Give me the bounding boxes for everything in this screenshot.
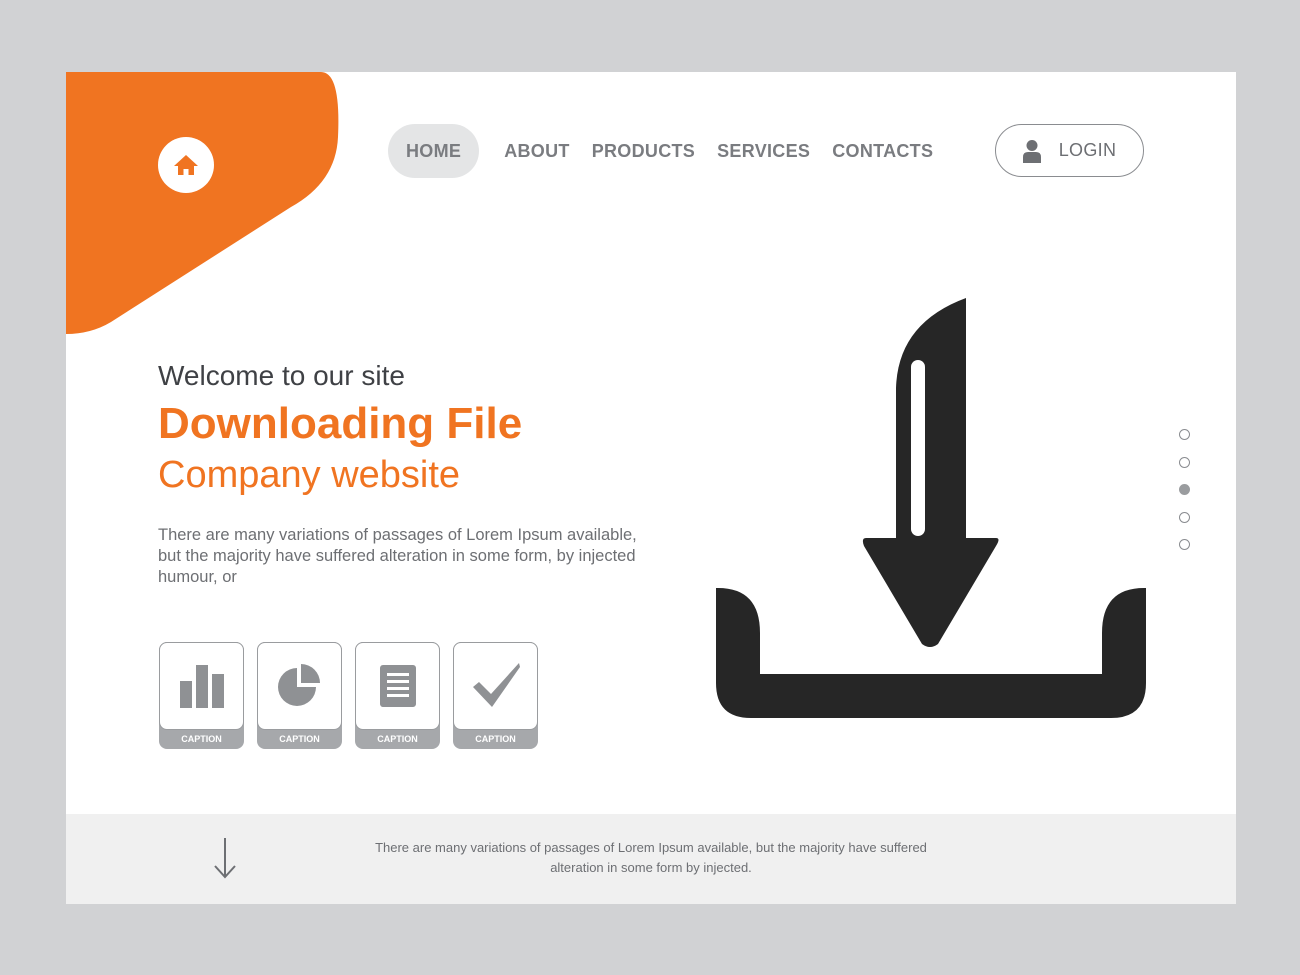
page-subtitle: Company website bbox=[158, 454, 461, 496]
scroll-down-arrow-icon[interactable] bbox=[212, 836, 238, 880]
welcome-text: Welcome to our site bbox=[158, 360, 405, 391]
card-caption: CAPTION bbox=[475, 734, 516, 744]
home-logo-button[interactable] bbox=[158, 137, 214, 193]
card-caption: CAPTION bbox=[279, 734, 320, 744]
orange-corner-shape bbox=[66, 72, 339, 334]
download-icon bbox=[716, 298, 1146, 718]
feature-card-stats[interactable]: CAPTION bbox=[159, 642, 244, 749]
pager-dot[interactable] bbox=[1179, 456, 1190, 468]
nav-home[interactable]: HOME bbox=[388, 124, 480, 178]
nav-contacts[interactable]: CONTACTS bbox=[832, 124, 933, 178]
feature-card-tasks[interactable]: CAPTION bbox=[453, 642, 538, 749]
card-caption: CAPTION bbox=[181, 734, 222, 744]
main-nav: HOME ABOUT PRODUCTS SERVICES CONTACTS bbox=[388, 124, 944, 178]
footer-text: There are many variations of passages of… bbox=[375, 840, 927, 875]
document-icon bbox=[379, 665, 416, 707]
feature-card-documents[interactable]: CAPTION bbox=[355, 642, 440, 749]
page-title: Downloading File bbox=[158, 399, 523, 448]
feature-cards: CAPTION CAPTION CAPTION CAPTION bbox=[159, 642, 538, 749]
pager-dot[interactable] bbox=[1179, 511, 1190, 523]
home-icon bbox=[174, 155, 198, 175]
nav-products[interactable]: PRODUCTS bbox=[592, 124, 695, 178]
nav-services[interactable]: SERVICES bbox=[717, 124, 810, 178]
checkmark-icon bbox=[472, 663, 520, 707]
footer: There are many variations of passages of… bbox=[66, 814, 1236, 904]
login-label: LOGIN bbox=[1058, 140, 1117, 160]
feature-card-analytics[interactable]: CAPTION bbox=[257, 642, 342, 749]
pie-chart-icon bbox=[277, 664, 320, 706]
pager-dot-active[interactable] bbox=[1179, 484, 1190, 495]
pager-dot[interactable] bbox=[1179, 539, 1190, 550]
landing-page: HOME ABOUT PRODUCTS SERVICES CONTACTS LO… bbox=[66, 72, 1236, 904]
slide-pager bbox=[1179, 429, 1190, 567]
user-icon bbox=[1022, 139, 1041, 163]
login-button[interactable]: LOGIN bbox=[995, 124, 1144, 177]
pager-dot[interactable] bbox=[1179, 429, 1190, 440]
card-caption: CAPTION bbox=[377, 734, 418, 744]
intro-paragraph: There are many variations of passages of… bbox=[158, 526, 637, 586]
nav-about[interactable]: ABOUT bbox=[504, 124, 570, 178]
bar-chart-icon bbox=[179, 665, 224, 708]
